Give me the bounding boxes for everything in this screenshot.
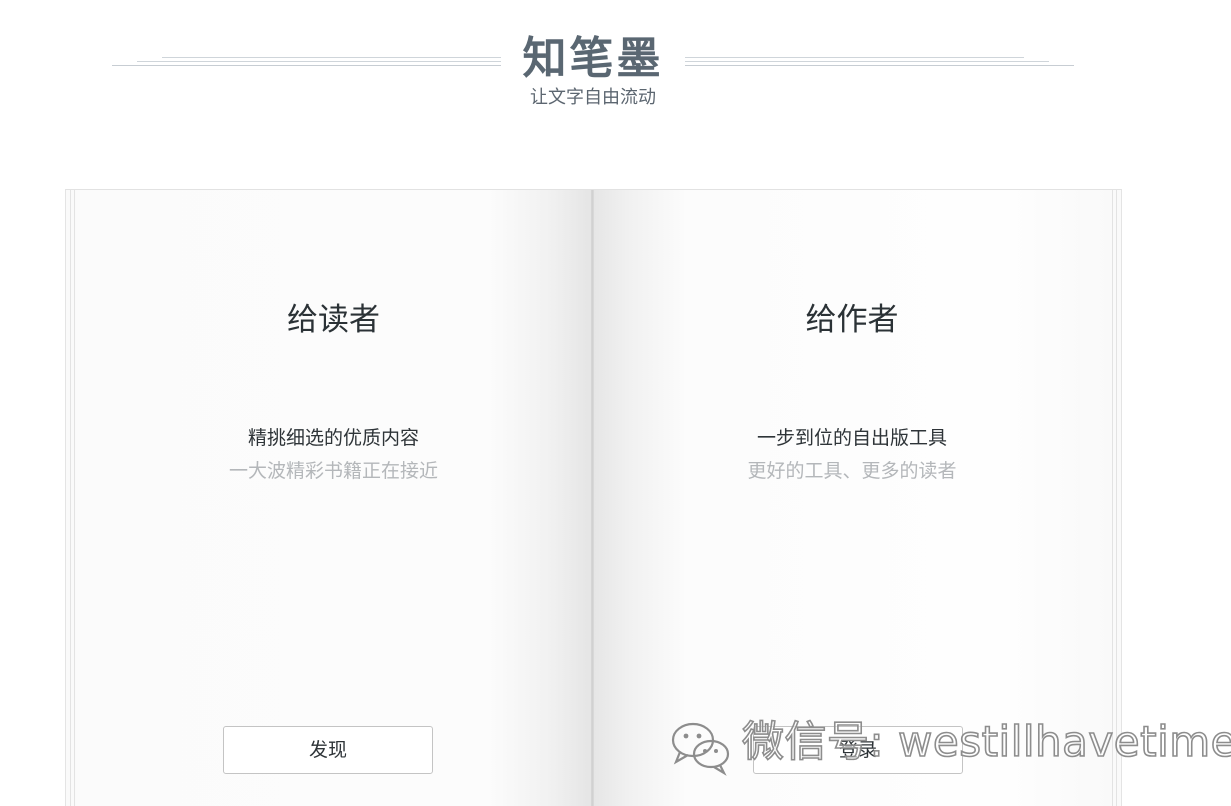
writers-subdescription: 更好的工具、更多的读者 bbox=[747, 460, 957, 482]
logo-title: 知笔墨 bbox=[522, 33, 664, 84]
writers-heading: 给作者 bbox=[805, 302, 899, 338]
writers-description: 一步到位的自出版工具 bbox=[756, 427, 947, 449]
readers-subdescription: 一大波精彩书籍正在接近 bbox=[228, 460, 438, 482]
book-edge-right bbox=[1116, 190, 1117, 806]
header-rule-left-outer bbox=[112, 65, 501, 66]
readers-page: 给读者 精挑细选的优质内容 一大波精彩书籍正在接近 发现 bbox=[76, 190, 591, 806]
book-edge-left-inner bbox=[74, 190, 75, 806]
open-book: 给读者 精挑细选的优质内容 一大波精彩书籍正在接近 发现 给作者 一步到位的自出… bbox=[65, 189, 1122, 806]
book-edge-right-inner bbox=[1112, 190, 1113, 806]
header-rule-right-outer bbox=[685, 65, 1074, 66]
header-rule-left-middle bbox=[137, 61, 501, 62]
readers-description: 精挑细选的优质内容 bbox=[247, 427, 419, 449]
readers-heading: 给读者 bbox=[287, 302, 380, 338]
discover-button[interactable]: 发现 bbox=[223, 726, 433, 774]
logo-tagline: 让文字自由流动 bbox=[530, 87, 656, 108]
header-rule-left-inner bbox=[162, 57, 501, 58]
login-button[interactable]: 登录 bbox=[753, 726, 963, 774]
header-rule-right-middle bbox=[685, 61, 1049, 62]
writers-page: 给作者 一步到位的自出版工具 更好的工具、更多的读者 登录 bbox=[594, 190, 1110, 806]
header-rule-right-inner bbox=[685, 57, 1024, 58]
book-edge-left bbox=[70, 190, 71, 806]
page: 知笔墨 让文字自由流动 给读者 精挑细选的优质内容 一大波精彩书籍正在接近 发现… bbox=[0, 0, 1231, 806]
